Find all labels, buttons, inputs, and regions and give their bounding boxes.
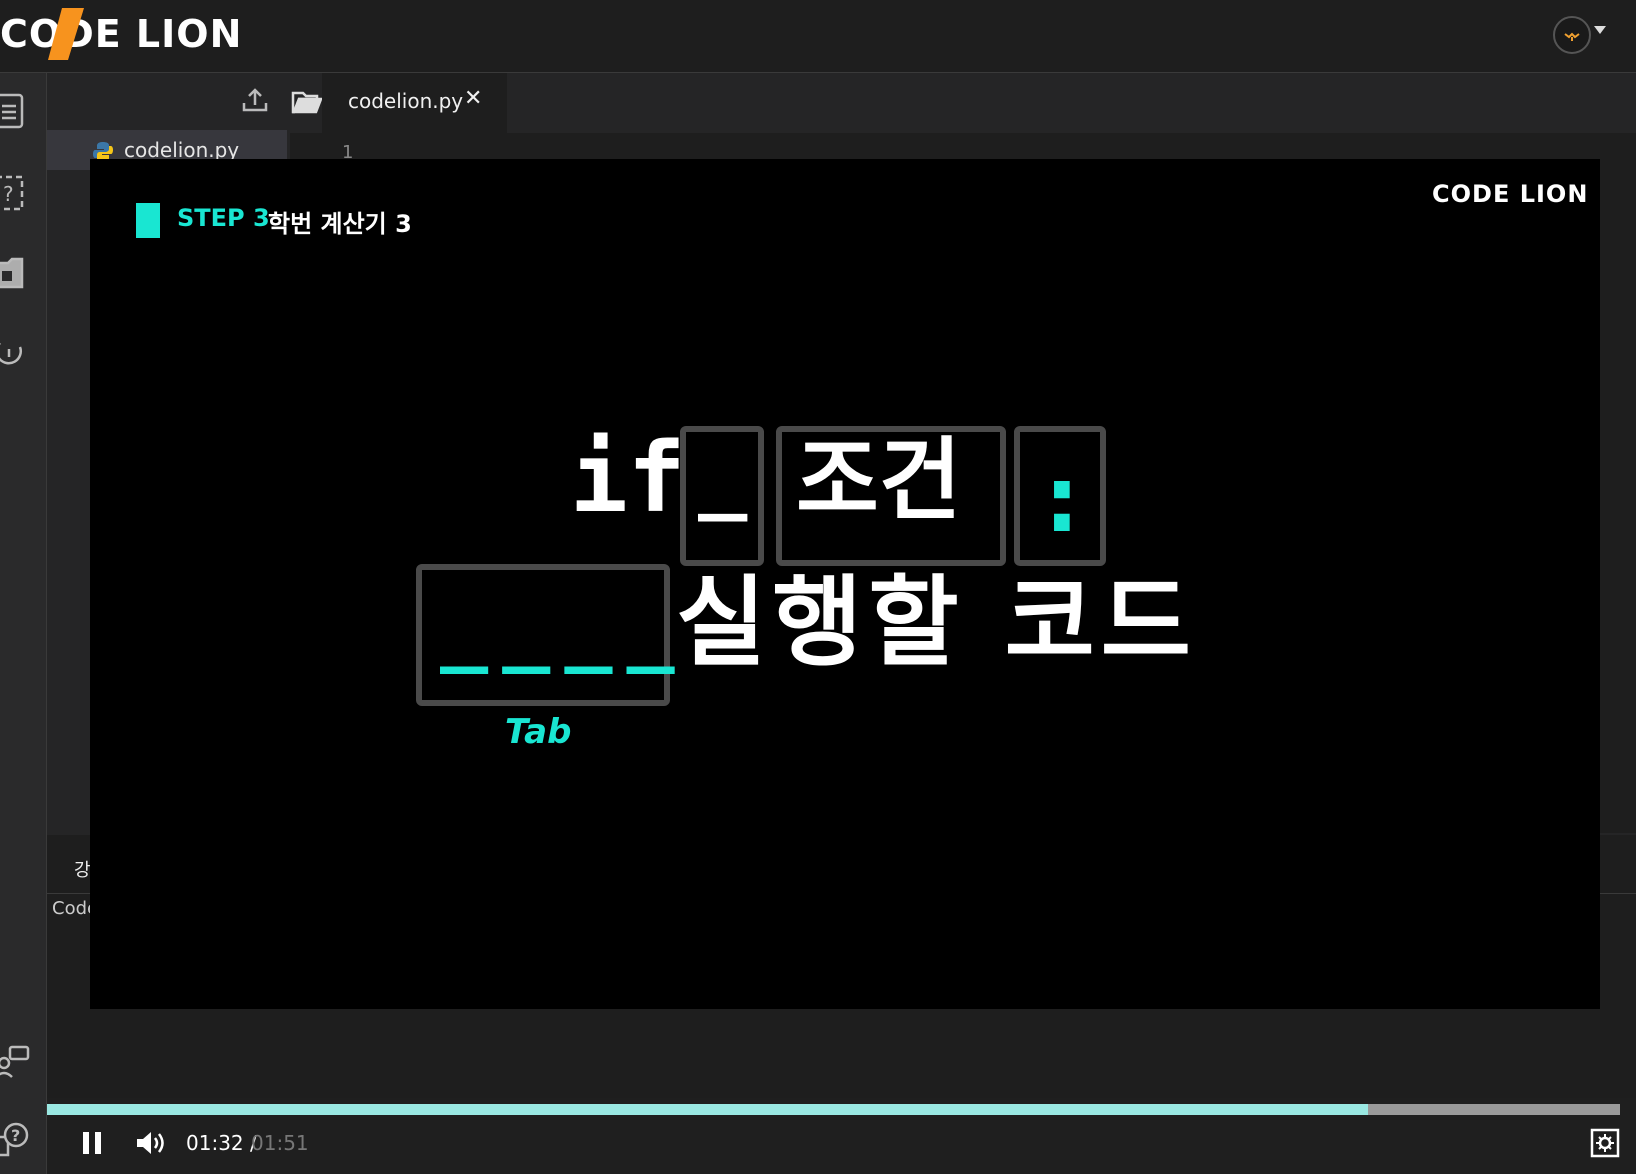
indent-hint: Tab bbox=[505, 712, 572, 752]
left-icon-bar: ? ? bbox=[0, 73, 47, 1174]
pause-icon[interactable] bbox=[80, 1130, 104, 1156]
chat-icon[interactable] bbox=[0, 1041, 34, 1081]
step-marker bbox=[136, 203, 160, 238]
svg-text:?: ? bbox=[11, 1126, 20, 1145]
help-icon[interactable]: ? bbox=[0, 1119, 34, 1159]
history-icon[interactable] bbox=[0, 335, 34, 375]
code-space: _ bbox=[698, 427, 748, 522]
document-list-icon[interactable] bbox=[0, 91, 34, 131]
user-avatar[interactable] bbox=[1553, 16, 1591, 54]
app-logo[interactable]: CODE LION bbox=[0, 12, 242, 56]
current-time: 01:32 / bbox=[186, 1131, 257, 1155]
upload-icon[interactable] bbox=[240, 85, 270, 115]
code-condition: 조건 bbox=[796, 428, 962, 533]
top-bar: CODE LION bbox=[0, 0, 1636, 73]
code-body: 실행할 코드 bbox=[676, 566, 1197, 680]
settings-icon[interactable] bbox=[1590, 1128, 1620, 1158]
code-indent: ____ bbox=[440, 581, 689, 674]
step-title: 학번 계산기 3 bbox=[268, 210, 412, 238]
code-keyword: if bbox=[570, 422, 686, 534]
volume-icon[interactable] bbox=[134, 1128, 168, 1158]
code-colon: : bbox=[1033, 442, 1091, 554]
duration: 01:51 bbox=[251, 1131, 309, 1155]
progress-fill bbox=[47, 1104, 1369, 1115]
quiz-icon[interactable]: ? bbox=[0, 173, 34, 213]
tab-label: codelion.py bbox=[348, 89, 464, 113]
folder-icon[interactable] bbox=[0, 253, 34, 293]
svg-text:?: ? bbox=[3, 182, 14, 206]
close-icon[interactable]: ✕ bbox=[464, 86, 482, 111]
lion-avatar-icon bbox=[1564, 32, 1580, 41]
bottom-panel-tab[interactable]: 강 bbox=[74, 856, 91, 882]
tab-codelion-py[interactable]: codelion.py ✕ bbox=[322, 73, 507, 133]
progress-bar[interactable] bbox=[47, 1104, 1620, 1115]
step-label: STEP 3 bbox=[177, 204, 270, 232]
chevron-down-icon[interactable] bbox=[1594, 26, 1606, 34]
folder-open-icon[interactable] bbox=[290, 85, 324, 119]
video-logo: CODE LION bbox=[1432, 180, 1589, 208]
logo-slash-icon bbox=[48, 8, 84, 60]
